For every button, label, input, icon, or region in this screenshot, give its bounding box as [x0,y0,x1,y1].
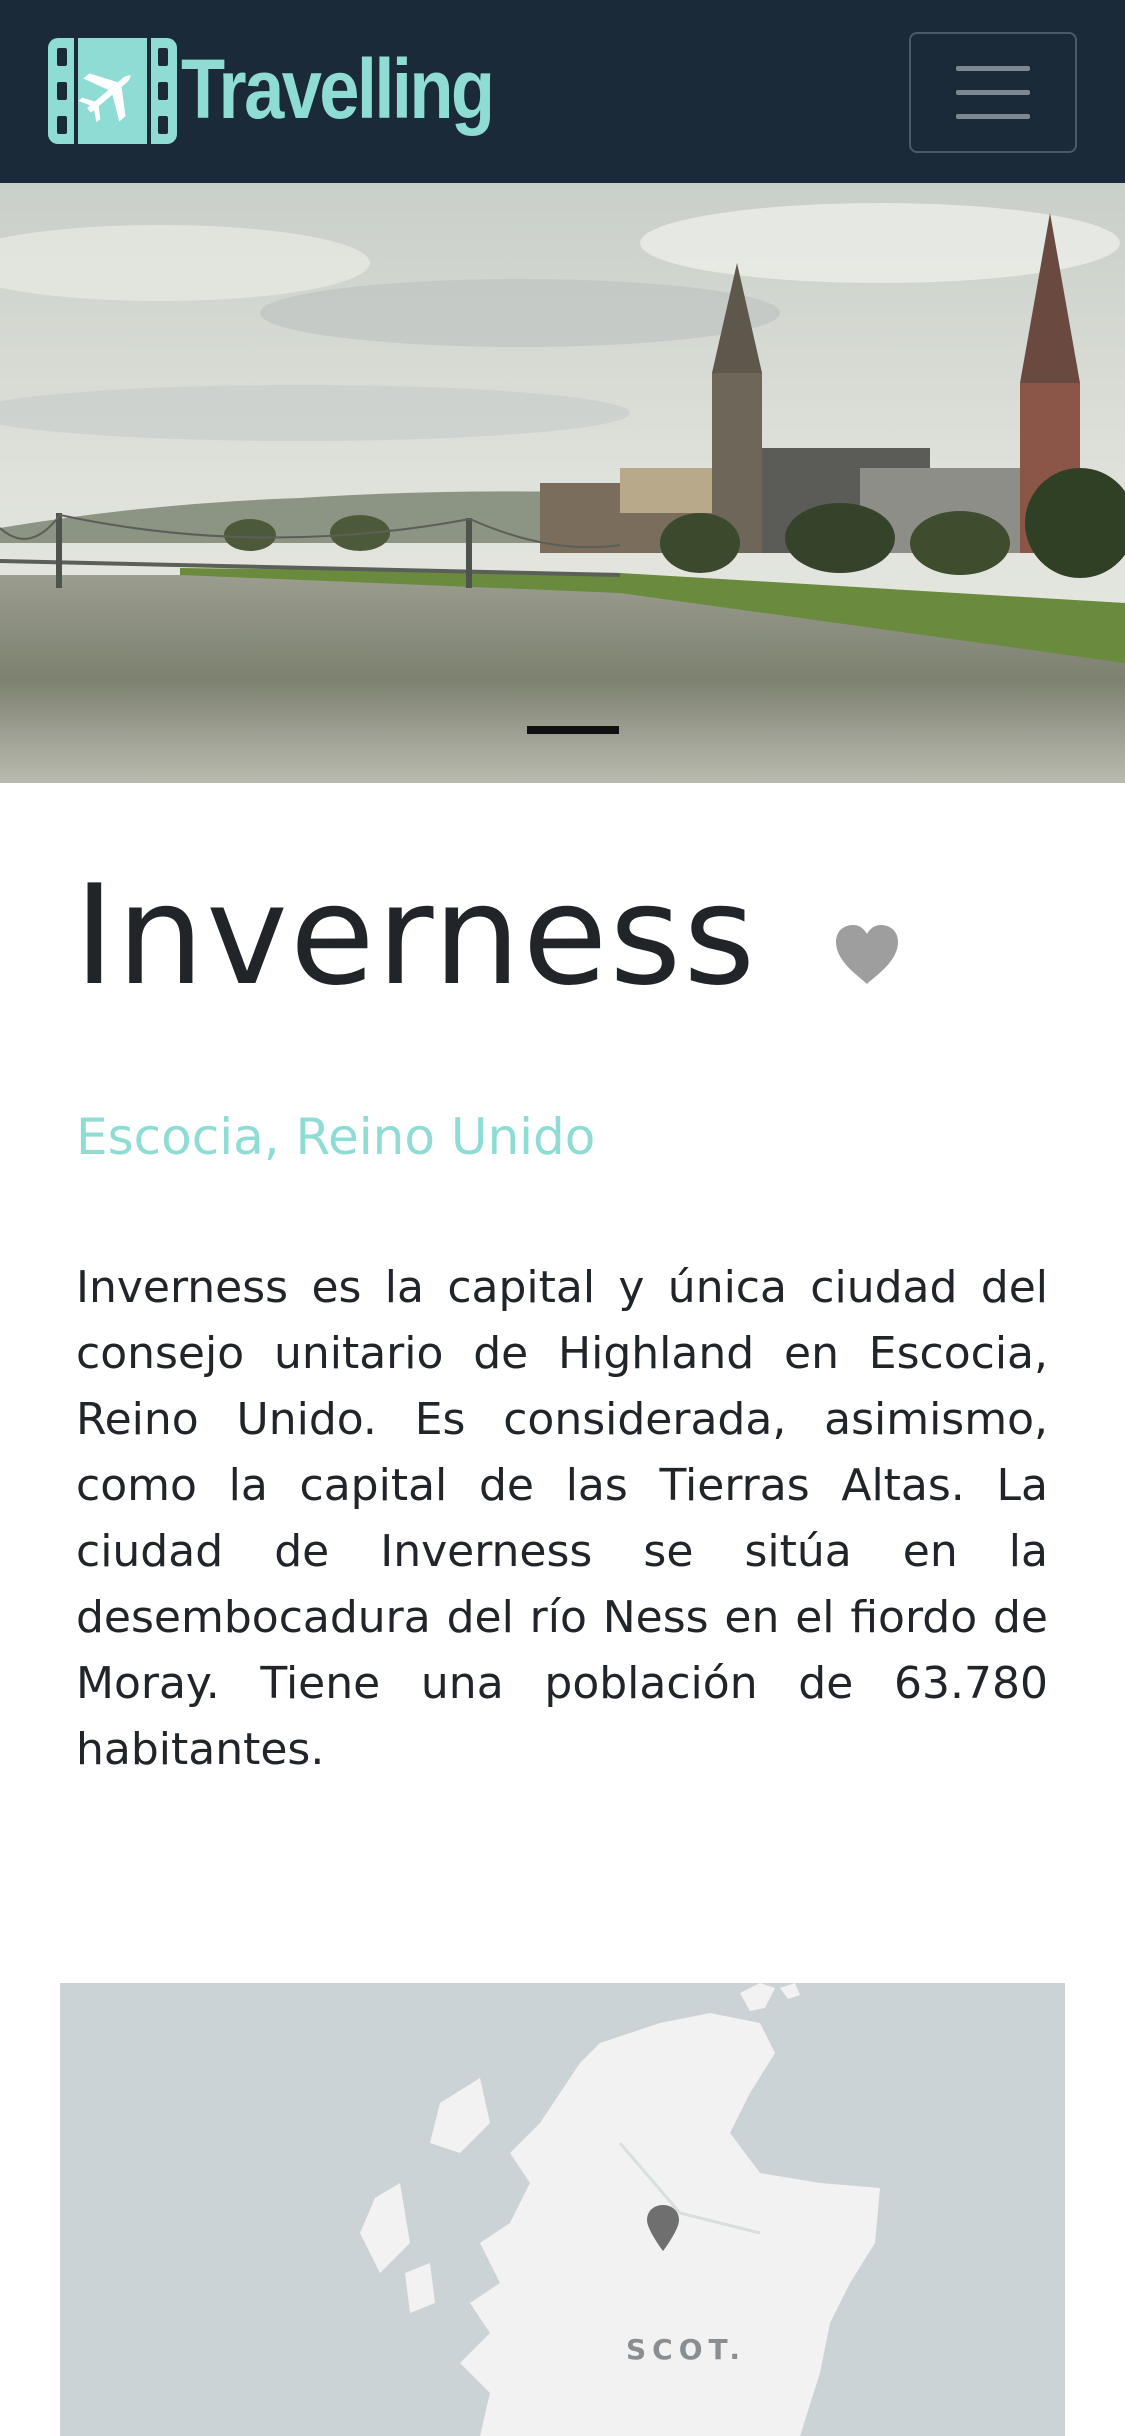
destination-description: Inverness es la capital y única ciudad d… [76,1262,1048,1775]
location-subtitle: Escocia, Reino Unido [76,1108,596,1166]
hero-image [0,183,1125,783]
map-region-label: SCOT. [626,2333,747,2366]
favorite-button[interactable] [832,922,902,988]
brand-logo[interactable]: Travelling [48,38,543,144]
hamburger-icon [956,66,1030,71]
plane-film-icon [48,38,177,144]
carousel-indicator[interactable] [527,726,619,734]
scotland-map [360,1983,880,2436]
heart-icon [836,925,898,984]
page-title: Inverness [74,855,758,1016]
brand-name: Travelling [181,42,495,136]
location-map[interactable]: SCOT. [60,1983,1065,2436]
menu-toggle-button[interactable] [909,32,1077,153]
map-pin-icon[interactable] [645,2204,681,2252]
hero-carousel[interactable] [0,183,1125,783]
navbar: Travelling [0,0,1125,183]
